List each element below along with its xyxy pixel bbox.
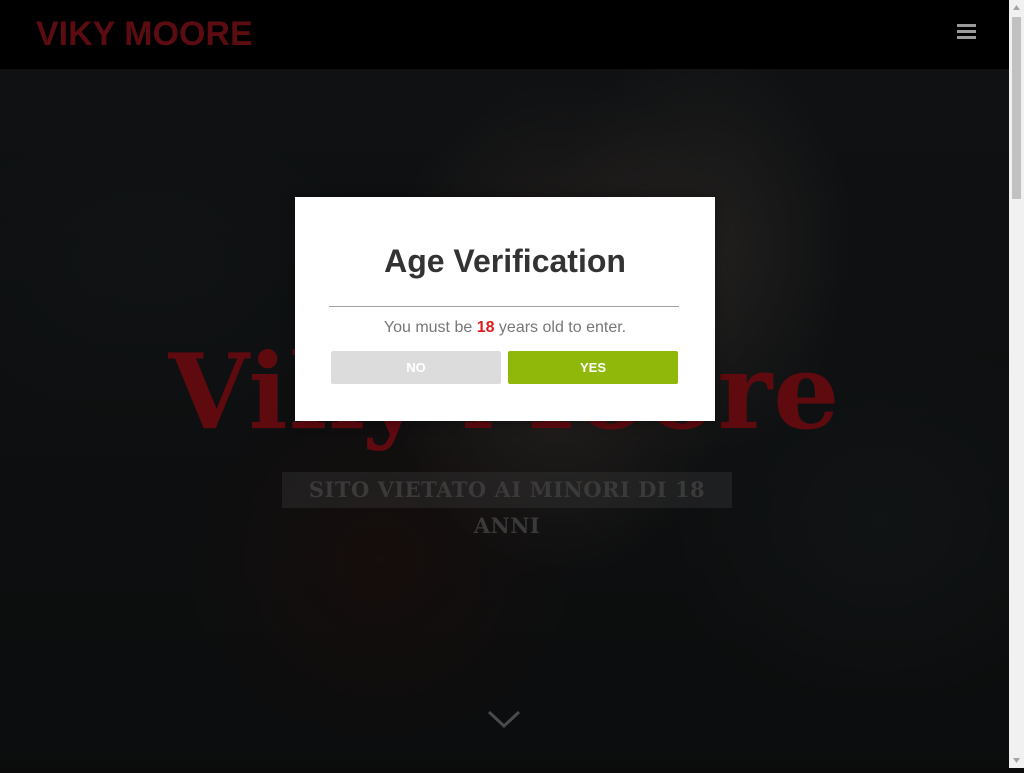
yes-button[interactable]: YES	[508, 351, 678, 384]
dialog-message: You must be 18 years old to enter.	[295, 318, 715, 338]
vertical-scrollbar[interactable]	[1009, 0, 1024, 768]
scroll-down-arrow-icon[interactable]	[1009, 753, 1024, 768]
page: Viky Moore SITO VIETATO AI MINORI DI 18 …	[0, 0, 1009, 768]
modal-backdrop: Age Verification You must be 18 years ol…	[0, 0, 1009, 768]
scrollbar-thumb[interactable]	[1012, 17, 1021, 199]
message-prefix: You must be	[383, 319, 477, 336]
dialog-title: Age Verification	[384, 243, 626, 279]
required-age: 18	[476, 319, 495, 336]
age-verification-dialog: Age Verification You must be 18 years ol…	[295, 197, 715, 421]
no-button[interactable]: NO	[331, 351, 501, 384]
dialog-divider	[329, 306, 679, 307]
message-suffix: years old to enter.	[494, 319, 627, 336]
scroll-up-arrow-icon[interactable]	[1009, 0, 1024, 15]
